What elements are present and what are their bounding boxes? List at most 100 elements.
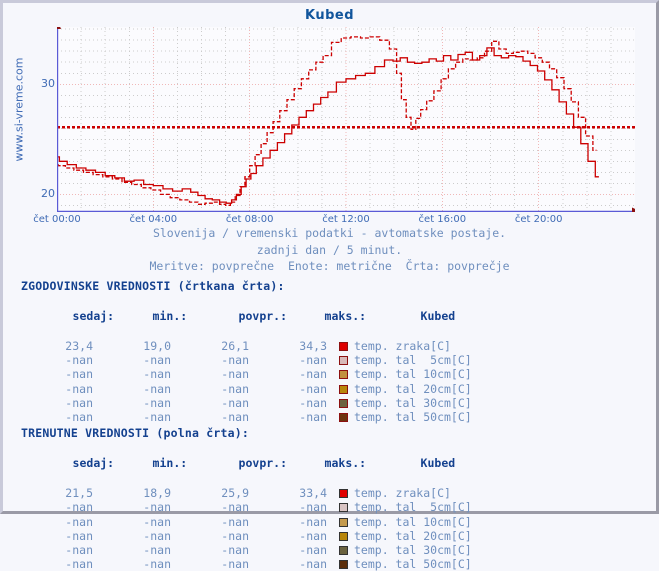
cell-min: -nan [143,381,171,396]
cell-min: -nan [143,528,171,543]
cell-now: -nan [65,367,93,382]
cell-min: -nan [143,557,171,571]
table-row: -nan -nan -nan -nan temp. tal 20cm[C] [21,382,641,396]
cell-max: -nan [299,543,327,558]
table-row: -nan -nan -nan -nan temp. tal 50cm[C] [21,410,641,424]
cell-now: 21,5 [65,486,93,501]
y-tick-label: 20 [41,187,55,201]
cell-min: -nan [143,500,171,515]
legend-series-label: temp. tal 30cm[C] [354,395,472,410]
col-header-station: Kubed [420,309,456,323]
legend-series-label: temp. zraka[C] [354,339,451,353]
x-tick-label: čet 04:00 [129,214,178,225]
cell-max: -nan [299,410,327,425]
legend-color-swatch [339,398,348,408]
cell-min: -nan [143,543,171,558]
legend-series-label: temp. tal 20cm[C] [354,381,472,396]
legend-color-swatch [339,531,348,541]
table-row: -nan -nan -nan -nan temp. tal 50cm[C] [21,557,641,571]
legend-color-swatch [339,356,348,366]
legend-color-swatch [339,503,348,513]
table-row: -nan -nan -nan -nan temp. tal 5cm[C] [21,353,641,367]
cell-max: -nan [299,557,327,571]
cell-min: 19,0 [143,339,171,353]
cell-spacer [327,367,339,381]
cell-max: -nan [299,367,327,382]
cell-spacer [327,500,339,514]
values-tables: ZGODOVINSKE VREDNOSTI (črtkana črta): se… [21,277,641,571]
legend-series-label: temp. tal 30cm[C] [354,543,472,558]
cell-max: -nan [299,528,327,543]
plot-canvas [57,27,635,212]
col-header-max: maks.: [324,309,367,323]
cell-spacer [327,339,339,353]
table-row: -nan -nan -nan -nan temp. tal 20cm[C] [21,529,641,543]
cell-spacer [327,410,339,424]
x-tick-label: čet 16:00 [418,214,467,225]
current-rows: 21,5 18,9 25,9 33,4 temp. zraka[C] -nan -nan -… [21,486,641,571]
cell-avg: 25,9 [221,486,249,501]
cell-max: 33,4 [299,486,327,501]
cell-avg: -nan [221,353,249,368]
x-tick-label: čet 20:00 [514,214,563,225]
legend-series-label: temp. tal 20cm[C] [354,528,472,543]
cell-max: -nan [299,381,327,396]
cell-now: -nan [65,353,93,368]
cell-max: 34,3 [299,339,327,353]
x-tick-label: čet 08:00 [225,214,274,225]
legend-color-swatch [339,413,348,423]
legend-series-label: temp. zraka[C] [354,486,451,501]
cell-spacer [327,486,339,500]
cell-spacer [327,396,339,410]
legend-series-label: temp. tal 50cm[C] [354,557,472,571]
historical-table-header: sedaj: min.: povpr.: maks.: Kubed [21,294,641,339]
current-section-title: TRENUTNE VREDNOSTI (polna črta): [21,426,249,441]
historical-section-title: ZGODOVINSKE VREDNOSTI (črtkana črta): [21,279,285,293]
temperature-line-chart [57,27,635,212]
col-header-max: maks.: [324,456,367,471]
cell-min: -nan [143,410,171,425]
cell-max: -nan [299,514,327,529]
cell-now: -nan [65,410,93,425]
cell-min: -nan [143,367,171,382]
cell-min: -nan [143,395,171,410]
cell-now: -nan [65,557,93,571]
col-header-avg: povpr.: [238,309,288,323]
cell-spacer [327,515,339,529]
legend-series-label: temp. tal 10cm[C] [354,514,472,529]
cell-now: -nan [65,395,93,410]
chart-page: Kubed www.si-vreme.com 20 30 čet 00:00 čet… [0,0,659,571]
cell-avg: 26,1 [221,339,249,353]
cell-avg: -nan [221,500,249,515]
cell-now: -nan [65,514,93,529]
current-table-header: sedaj: min.: povpr.: maks.: Kubed [21,441,641,486]
legend-color-swatch [339,384,348,394]
legend-color-swatch [339,489,348,499]
table-row: -nan -nan -nan -nan temp. tal 10cm[C] [21,515,641,529]
legend-series-label: temp. tal 5cm[C] [354,353,472,368]
cell-min: -nan [143,353,171,368]
page-title: Kubed [304,8,355,23]
table-row: -nan -nan -nan -nan temp. tal 5cm[C] [21,500,641,514]
legend-series-label: temp. tal 5cm[C] [354,500,472,515]
col-header-now: sedaj: [72,309,115,323]
cell-now: -nan [65,528,93,543]
table-row: -nan -nan -nan -nan temp. tal 10cm[C] [21,367,641,381]
table-row: -nan -nan -nan -nan temp. tal 30cm[C] [21,543,641,557]
cell-spacer [327,557,339,571]
legend-color-swatch [339,546,348,556]
cell-spacer [327,353,339,367]
legend-color-swatch [339,560,348,570]
legend-color-swatch [339,370,348,380]
cell-avg: -nan [221,410,249,425]
caption-line-1: Slovenija / vremenski podatki - avtomats… [152,226,507,240]
legend-color-swatch [339,517,348,527]
legend-series-label: temp. tal 10cm[C] [354,367,472,382]
table-row: 21,5 18,9 25,9 33,4 temp. zraka[C] [21,486,641,500]
x-axis-arrow-icon [632,207,635,212]
cell-avg: -nan [221,528,249,543]
col-header-min: min.: [152,456,188,471]
cell-avg: -nan [221,543,249,558]
chart-caption: Slovenija / vremenski podatki - avtomats… [3,225,656,275]
col-header-station: Kubed [420,456,456,471]
